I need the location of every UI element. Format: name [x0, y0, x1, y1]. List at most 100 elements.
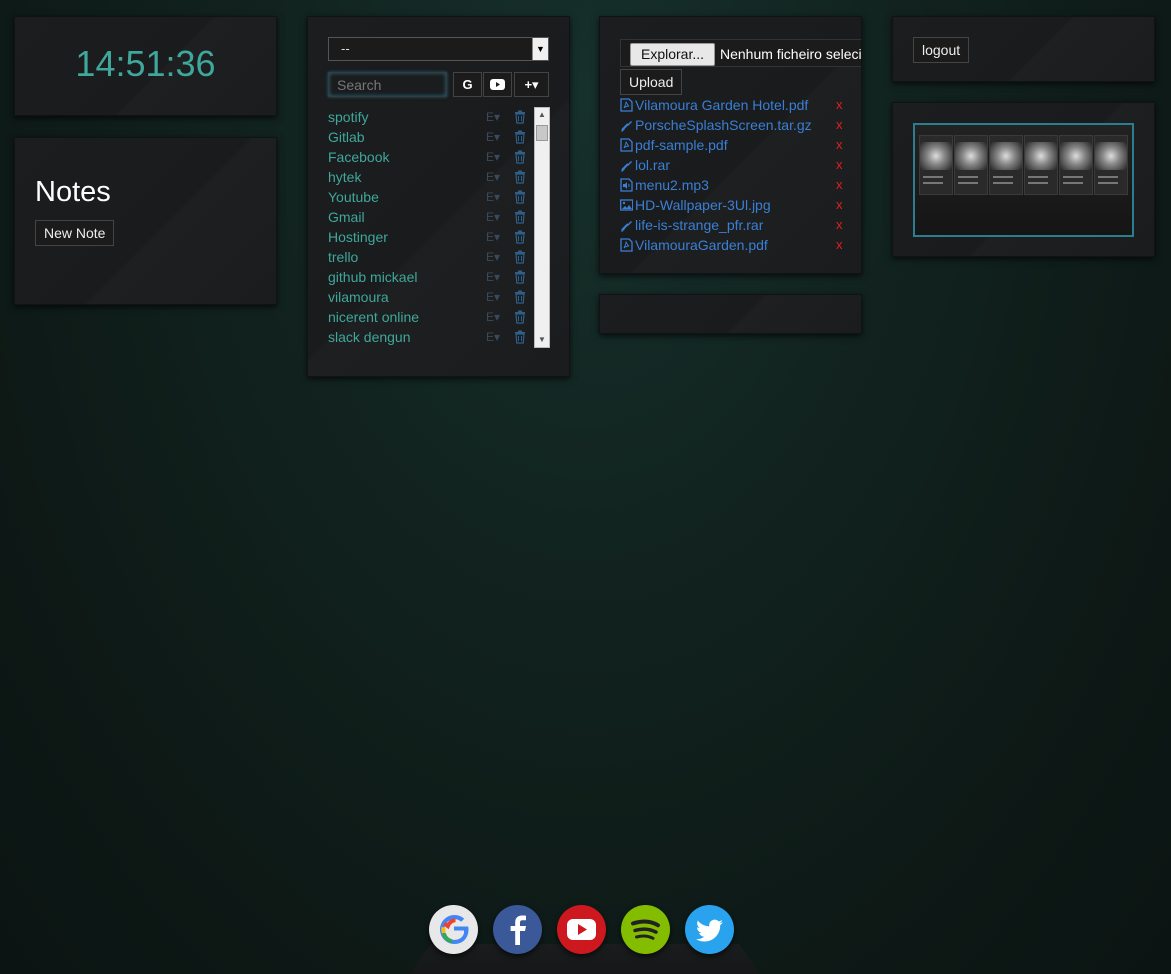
link-label[interactable]: github mickael: [328, 269, 418, 285]
edit-link-icon[interactable]: E▾: [486, 167, 500, 187]
spotify-icon[interactable]: [621, 905, 670, 954]
empty-widget: [599, 294, 862, 334]
google-icon[interactable]: [429, 905, 478, 954]
edit-link-icon[interactable]: E▾: [486, 187, 500, 207]
trash-icon[interactable]: [514, 107, 526, 127]
file-link[interactable]: HD-Wallpaper-3Ul.jpg: [635, 195, 771, 215]
browse-button[interactable]: Explorar...: [630, 43, 716, 66]
link-label[interactable]: Gmail: [328, 209, 365, 225]
file-link[interactable]: life-is-strange_pfr.rar: [635, 215, 763, 235]
link-label[interactable]: Youtube: [328, 189, 379, 205]
file-link[interactable]: pdf-sample.pdf: [635, 135, 728, 155]
scroll-down-icon[interactable]: ▼: [535, 333, 549, 347]
trash-icon[interactable]: [514, 207, 526, 227]
twitter-icon[interactable]: [685, 905, 734, 954]
scroll-thumb[interactable]: [536, 125, 548, 141]
pdf-icon: [620, 98, 633, 112]
trash-icon[interactable]: [514, 267, 526, 287]
links-scrollbar[interactable]: ▲ ▼: [534, 107, 550, 348]
trash-icon[interactable]: [514, 227, 526, 247]
link-item[interactable]: Youtube E▾: [328, 187, 533, 207]
edit-link-icon[interactable]: E▾: [486, 287, 500, 307]
scroll-up-icon[interactable]: ▲: [535, 108, 549, 122]
trash-icon[interactable]: [514, 307, 526, 327]
link-item[interactable]: Gmail E▾: [328, 207, 533, 227]
edit-link-icon[interactable]: E▾: [486, 247, 500, 267]
file-item[interactable]: menu2.mp3 x: [620, 175, 850, 195]
link-label[interactable]: nicerent online: [328, 309, 419, 325]
search-input[interactable]: [328, 72, 447, 97]
link-item[interactable]: slack dengun E▾: [328, 327, 533, 347]
chevron-down-icon[interactable]: ▼: [532, 38, 548, 60]
delete-file-button[interactable]: x: [836, 235, 843, 255]
edit-link-icon[interactable]: E▾: [486, 267, 500, 287]
trash-icon[interactable]: [514, 327, 526, 347]
file-item[interactable]: PorscheSplashScreen.tar.gz x: [620, 115, 850, 135]
file-link[interactable]: Vilamoura Garden Hotel.pdf: [635, 95, 808, 115]
link-label[interactable]: vilamoura: [328, 289, 389, 305]
preview-thumbnail[interactable]: [913, 123, 1134, 237]
edit-link-icon[interactable]: E▾: [486, 307, 500, 327]
youtube-icon[interactable]: [557, 905, 606, 954]
link-item[interactable]: trello E▾: [328, 247, 533, 267]
link-item[interactable]: spotify E▾: [328, 107, 533, 127]
links-select-value: --: [341, 41, 350, 56]
delete-file-button[interactable]: x: [836, 155, 843, 175]
link-item[interactable]: github mickael E▾: [328, 267, 533, 287]
edit-link-icon[interactable]: E▾: [486, 207, 500, 227]
archive-icon: [621, 161, 632, 172]
file-item[interactable]: life-is-strange_pfr.rar x: [620, 215, 850, 235]
delete-file-button[interactable]: x: [836, 175, 843, 195]
link-item[interactable]: vilamoura E▾: [328, 287, 533, 307]
youtube-search-button[interactable]: [483, 72, 512, 97]
file-link[interactable]: VilamouraGarden.pdf: [635, 235, 768, 255]
link-label[interactable]: Hostinger: [328, 229, 388, 245]
trash-icon[interactable]: [514, 247, 526, 267]
file-link[interactable]: lol.rar: [635, 155, 670, 175]
link-item[interactable]: Facebook E▾: [328, 147, 533, 167]
delete-file-button[interactable]: x: [836, 215, 843, 235]
facebook-icon[interactable]: [493, 905, 542, 954]
trash-icon[interactable]: [514, 287, 526, 307]
upload-button[interactable]: Upload: [620, 69, 683, 95]
file-item[interactable]: Vilamoura Garden Hotel.pdf x: [620, 95, 850, 115]
trash-icon[interactable]: [514, 167, 526, 187]
link-item[interactable]: nicerent online E▾: [328, 307, 533, 327]
trash-icon[interactable]: [514, 147, 526, 167]
archive-icon: [621, 221, 632, 232]
add-link-button[interactable]: +▾: [514, 72, 549, 97]
new-note-button[interactable]: New Note: [35, 220, 115, 246]
trash-icon[interactable]: [514, 187, 526, 207]
edit-link-icon[interactable]: E▾: [486, 147, 500, 167]
file-picker[interactable]: Explorar... Nenhum ficheiro selecionado: [620, 39, 861, 67]
edit-link-icon[interactable]: E▾: [486, 127, 500, 147]
edit-link-icon[interactable]: E▾: [486, 107, 500, 127]
file-item[interactable]: HD-Wallpaper-3Ul.jpg x: [620, 195, 850, 215]
link-label[interactable]: trello: [328, 249, 358, 265]
links-category-select[interactable]: -- ▼: [328, 37, 549, 61]
link-item[interactable]: Hostinger E▾: [328, 227, 533, 247]
file-link[interactable]: menu2.mp3: [635, 175, 709, 195]
trash-icon[interactable]: [514, 127, 526, 147]
edit-link-icon[interactable]: E▾: [486, 327, 500, 347]
delete-file-button[interactable]: x: [836, 115, 843, 135]
file-item[interactable]: pdf-sample.pdf x: [620, 135, 850, 155]
link-item[interactable]: Gitlab E▾: [328, 127, 533, 147]
link-label[interactable]: Facebook: [328, 149, 389, 165]
file-item[interactable]: lol.rar x: [620, 155, 850, 175]
edit-link-icon[interactable]: E▾: [486, 227, 500, 247]
link-item[interactable]: hytek E▾: [328, 167, 533, 187]
link-label[interactable]: slack dengun: [328, 329, 411, 345]
delete-file-button[interactable]: x: [836, 95, 843, 115]
link-label[interactable]: Gitlab: [328, 129, 365, 145]
delete-file-button[interactable]: x: [836, 135, 843, 155]
delete-file-button[interactable]: x: [836, 195, 843, 215]
links-widget: -- ▼ G +▾ spotifyE▾GitlabE▾FacebookE▾hyt…: [307, 16, 570, 377]
file-item[interactable]: VilamouraGarden.pdf x: [620, 235, 850, 255]
link-label[interactable]: hytek: [328, 169, 361, 185]
logout-button[interactable]: logout: [913, 37, 970, 63]
link-label[interactable]: spotify: [328, 109, 368, 125]
file-link[interactable]: PorscheSplashScreen.tar.gz: [635, 115, 812, 135]
google-search-button[interactable]: G: [453, 72, 482, 97]
files-list: Vilamoura Garden Hotel.pdf x PorscheSplash…: [620, 95, 850, 255]
